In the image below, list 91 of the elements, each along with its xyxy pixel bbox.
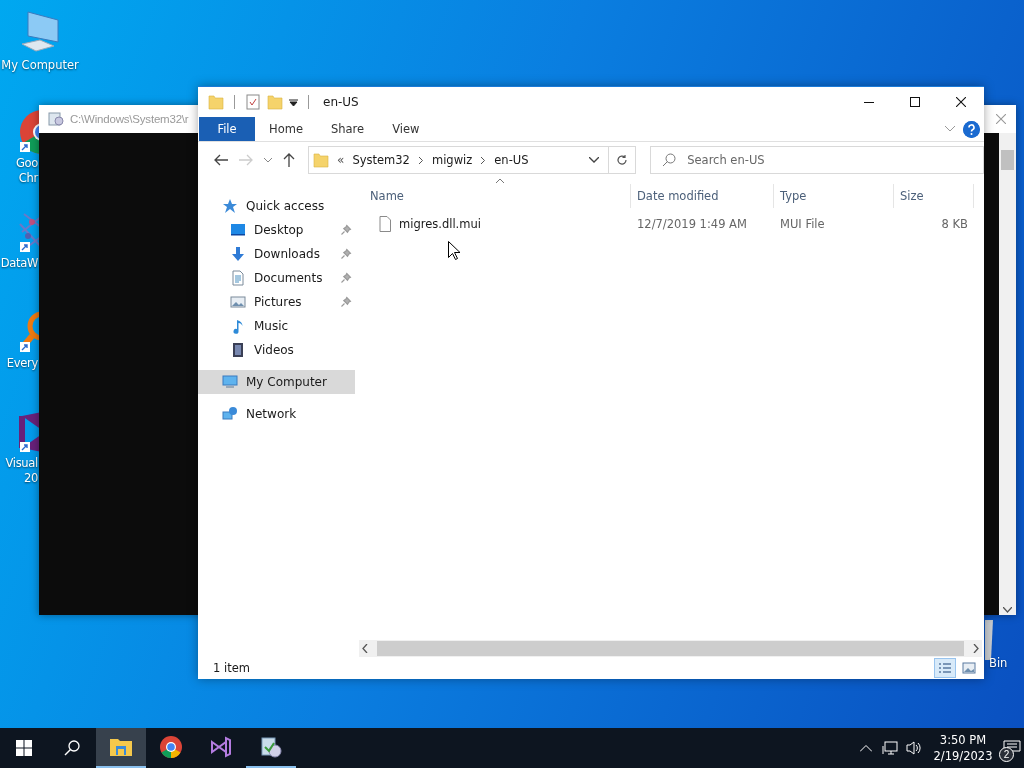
scroll-thumb[interactable] <box>1001 150 1014 170</box>
chevron-icon <box>480 155 487 165</box>
caret-up-icon <box>860 744 872 752</box>
folder-icon <box>267 94 283 110</box>
taskbar-app[interactable] <box>96 728 146 768</box>
back-arrow-icon <box>213 154 228 166</box>
close-icon <box>956 97 966 107</box>
properties-icon[interactable] <box>245 94 261 110</box>
ribbon-tab[interactable]: Home <box>255 117 317 141</box>
window-title: C:\Windows\System32\r <box>70 113 189 125</box>
sidebar-item[interactable]: Music <box>198 314 355 338</box>
overflow-chevron[interactable]: « <box>337 153 345 167</box>
network-icon <box>222 406 238 422</box>
window-title: en-US <box>323 95 359 109</box>
search-field[interactable]: Search en-US <box>650 146 984 174</box>
refresh-icon <box>616 154 628 166</box>
breadcrumb[interactable]: en-US <box>494 153 529 167</box>
scroll-down-icon <box>1003 607 1012 613</box>
sort-caret-icon <box>496 178 504 183</box>
refresh-button[interactable] <box>608 146 637 174</box>
view-toggle[interactable] <box>934 658 956 678</box>
sidebar-item[interactable]: Downloads <box>198 242 355 266</box>
details-view-icon <box>938 662 952 674</box>
table-cell-text: 8 KB <box>940 217 969 231</box>
help-icon[interactable] <box>963 120 980 138</box>
breadcrumb[interactable]: migwiz <box>431 153 473 167</box>
pin-icon <box>340 248 352 260</box>
sidebar-item[interactable]: Quick access <box>198 194 355 218</box>
sidebar-item[interactable]: Desktop <box>198 218 355 242</box>
clock[interactable]: 3:50 PM 2/19/2023 <box>926 732 1000 764</box>
ribbon-tab[interactable]: View <box>378 117 434 141</box>
notification-count: 2 <box>999 747 1014 762</box>
clock-time: 3:50 PM <box>939 732 987 748</box>
icon-label[interactable]: Bin <box>989 656 1008 671</box>
large-icons-view-icon <box>962 662 976 674</box>
computer-icon <box>222 374 238 390</box>
pin-icon <box>340 224 352 236</box>
installer-icon <box>259 735 283 759</box>
picture-icon <box>230 294 246 310</box>
dropdown-icon[interactable] <box>289 97 298 107</box>
search-icon <box>64 740 80 756</box>
file-tab[interactable]: File <box>199 117 255 141</box>
horizontal-scrollbar[interactable] <box>359 640 982 657</box>
download-arrow-icon <box>230 246 246 262</box>
breadcrumb[interactable]: System32 <box>352 153 410 167</box>
star-icon <box>222 198 238 214</box>
scrollbar[interactable] <box>999 133 1016 615</box>
close-icon <box>996 114 1006 124</box>
monitor-icon <box>230 222 246 238</box>
expand-ribbon-icon[interactable] <box>945 126 955 132</box>
address-bar[interactable]: « System32 migwiz en-US <box>308 146 609 174</box>
file-icon <box>377 216 393 232</box>
ribbon-tab[interactable]: Share <box>316 117 379 141</box>
scroll-left-icon <box>362 644 368 653</box>
table-cell-text: MUI File <box>779 217 826 231</box>
caret-icon <box>263 157 272 163</box>
scroll-right-icon <box>973 644 979 653</box>
chevron-icon <box>417 155 424 165</box>
visual-studio-icon <box>209 735 233 759</box>
search-icon <box>662 153 677 167</box>
clock-date: 2/19/2023 <box>933 748 993 764</box>
column-header[interactable]: Type <box>774 184 894 208</box>
column-header[interactable]: Name <box>355 184 631 208</box>
sidebar-item[interactable]: Pictures <box>198 290 355 314</box>
sidebar-item[interactable]: Network <box>198 402 355 426</box>
sidebar-item[interactable]: Documents <box>198 266 355 290</box>
mouse-cursor-icon <box>448 241 460 260</box>
sidebar-item[interactable]: Videos <box>198 338 355 362</box>
up-arrow-icon <box>283 153 296 167</box>
folder-icon <box>313 152 330 168</box>
speaker-icon <box>906 740 922 756</box>
item-count: 1 item <box>213 661 250 675</box>
console-app-icon <box>48 111 64 127</box>
forward-arrow-icon <box>239 154 254 166</box>
file-name[interactable]: migres.dll.mui <box>399 217 481 231</box>
minimize-icon <box>864 101 874 103</box>
notifications-button[interactable]: 2 <box>1000 728 1024 768</box>
pin-icon <box>340 272 352 284</box>
document-icon <box>230 270 246 286</box>
film-icon <box>230 342 246 358</box>
sidebar-item[interactable]: My Computer <box>198 370 355 394</box>
dropdown-icon[interactable] <box>588 157 599 163</box>
maximize-icon <box>910 97 920 107</box>
chrome-icon <box>159 735 183 759</box>
column-header[interactable]: Date modified <box>631 184 774 208</box>
column-header[interactable]: Size <box>894 184 974 208</box>
pin-icon <box>340 296 352 308</box>
folder-icon <box>208 94 224 110</box>
network-monitor-icon <box>882 740 898 756</box>
windows-logo-icon <box>16 740 32 756</box>
table-cell-text: 12/7/2019 1:49 AM <box>636 217 748 231</box>
